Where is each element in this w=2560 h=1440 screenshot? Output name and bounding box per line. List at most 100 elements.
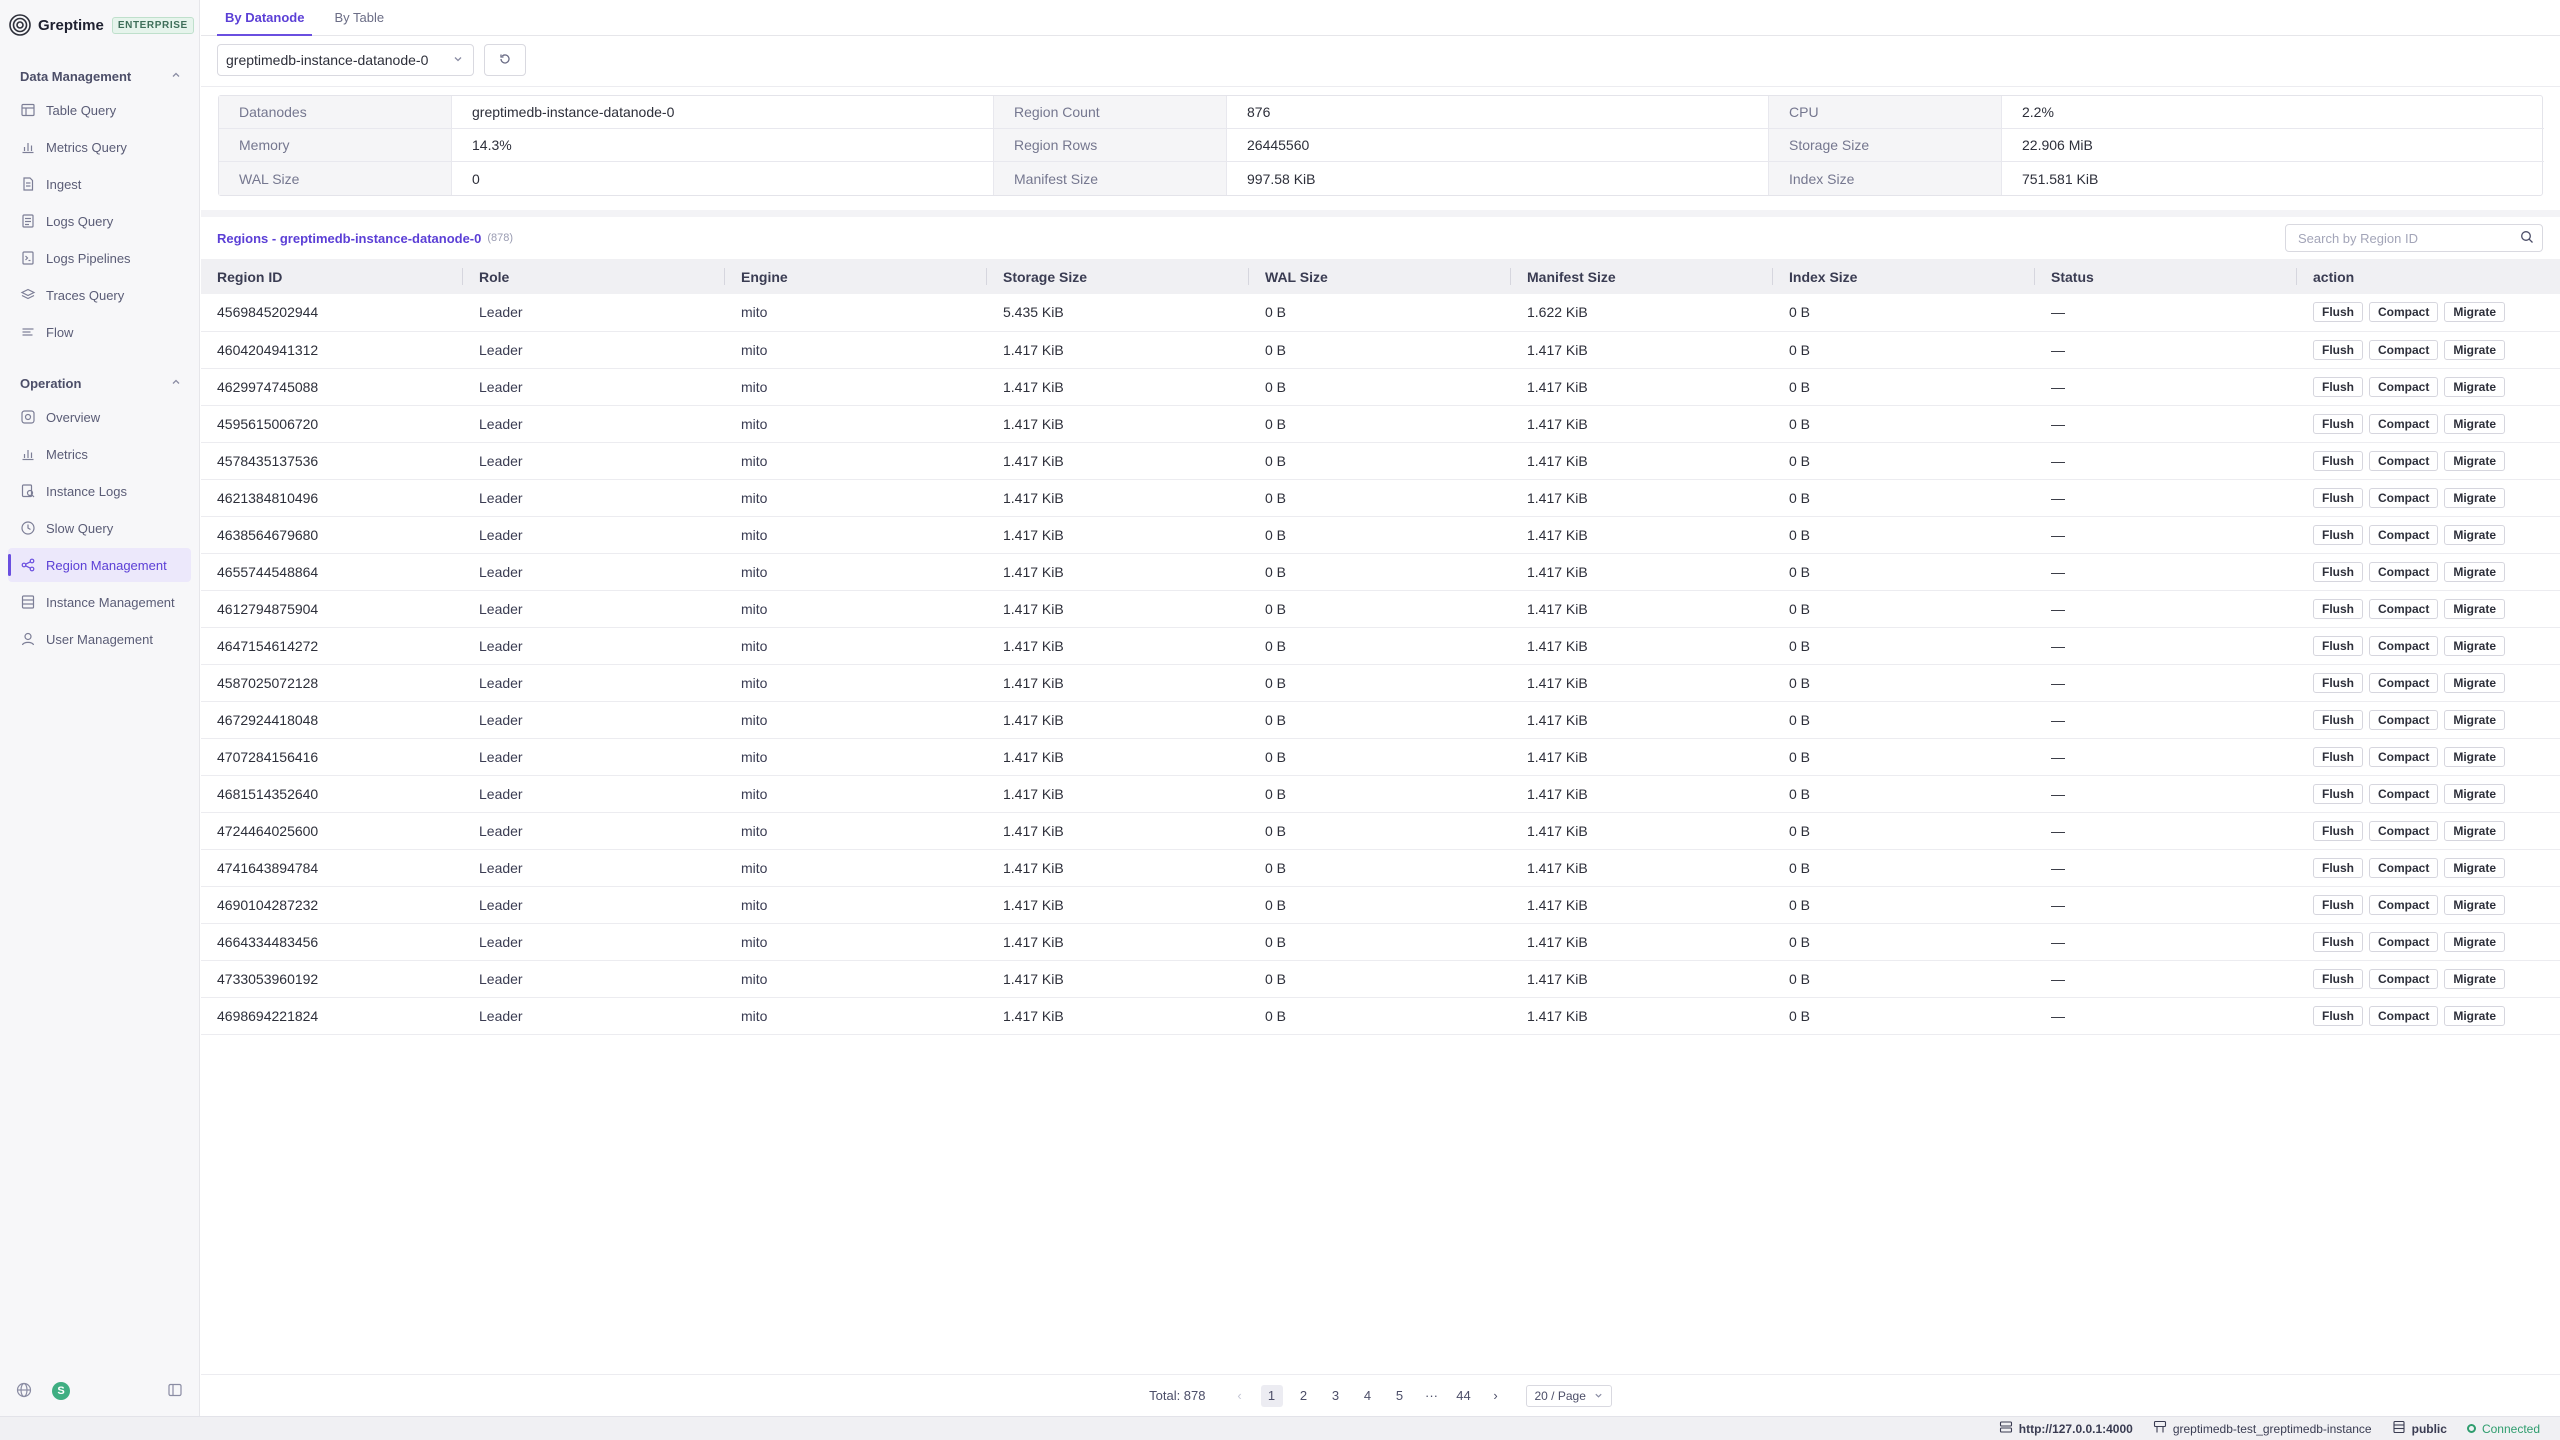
flush-button[interactable]: Flush: [2313, 968, 2363, 989]
page-link[interactable]: ···: [1416, 1388, 1448, 1403]
migrate-button[interactable]: Migrate: [2444, 598, 2506, 619]
compact-button[interactable]: Compact: [2369, 857, 2439, 878]
migrate-button[interactable]: Migrate: [2444, 931, 2506, 952]
flush-button[interactable]: Flush: [2313, 857, 2363, 878]
nav-section-header[interactable]: Data Management: [0, 62, 199, 90]
compact-button[interactable]: Compact: [2369, 931, 2439, 952]
flush-button[interactable]: Flush: [2313, 1005, 2363, 1026]
compact-button[interactable]: Compact: [2369, 968, 2439, 989]
sidebar-item-traces-query[interactable]: Traces Query: [8, 278, 191, 312]
sidebar-item-flow[interactable]: Flow: [8, 315, 191, 349]
migrate-button[interactable]: Migrate: [2444, 561, 2506, 582]
sidebar-item-table-query[interactable]: Table Query: [8, 93, 191, 127]
sidebar-item-overview[interactable]: Overview: [8, 400, 191, 434]
flush-button[interactable]: Flush: [2313, 487, 2363, 508]
database-item[interactable]: public: [2392, 1420, 2447, 1437]
migrate-button[interactable]: Migrate: [2444, 487, 2506, 508]
migrate-button[interactable]: Migrate: [2444, 1005, 2506, 1026]
sidebar-item-metrics-query[interactable]: Metrics Query: [8, 130, 191, 164]
sidebar-item-instance-logs[interactable]: Instance Logs: [8, 474, 191, 508]
migrate-button[interactable]: Migrate: [2444, 968, 2506, 989]
page-link[interactable]: 5: [1384, 1388, 1416, 1403]
collapse-sidebar-icon[interactable]: [167, 1382, 183, 1401]
compact-button[interactable]: Compact: [2369, 783, 2439, 804]
migrate-button[interactable]: Migrate: [2444, 672, 2506, 693]
flush-button[interactable]: Flush: [2313, 413, 2363, 434]
server-url-item[interactable]: http://127.0.0.1:4000: [1999, 1420, 2133, 1437]
flush-button[interactable]: Flush: [2313, 820, 2363, 841]
compact-button[interactable]: Compact: [2369, 672, 2439, 693]
compact-button[interactable]: Compact: [2369, 561, 2439, 582]
compact-button[interactable]: Compact: [2369, 524, 2439, 545]
flush-button[interactable]: Flush: [2313, 746, 2363, 767]
compact-button[interactable]: Compact: [2369, 339, 2439, 360]
compact-button[interactable]: Compact: [2369, 1005, 2439, 1026]
compact-button[interactable]: Compact: [2369, 598, 2439, 619]
prev-page-icon[interactable]: ‹: [1224, 1388, 1256, 1403]
compact-button[interactable]: Compact: [2369, 413, 2439, 434]
tab-by-datanode[interactable]: By Datanode: [217, 0, 313, 36]
migrate-button[interactable]: Migrate: [2444, 894, 2506, 915]
compact-button[interactable]: Compact: [2369, 635, 2439, 656]
globe-icon[interactable]: [16, 1382, 32, 1401]
page-size-select[interactable]: 20 / Page: [1525, 1384, 1612, 1407]
migrate-button[interactable]: Migrate: [2444, 450, 2506, 471]
nav-section-header[interactable]: Operation: [0, 369, 199, 397]
region-search[interactable]: [2285, 224, 2543, 252]
migrate-button[interactable]: Migrate: [2444, 413, 2506, 434]
compact-button[interactable]: Compact: [2369, 820, 2439, 841]
flush-button[interactable]: Flush: [2313, 709, 2363, 730]
page-link[interactable]: 44: [1448, 1388, 1480, 1403]
instance-item[interactable]: greptimedb-test_greptimedb-instance: [2153, 1420, 2372, 1437]
page-current[interactable]: 1: [1260, 1384, 1283, 1407]
flush-button[interactable]: Flush: [2313, 672, 2363, 693]
search-icon[interactable]: [2520, 230, 2534, 247]
page-link[interactable]: 2: [1288, 1388, 1320, 1403]
brand[interactable]: Greptime ENTERPRISE: [0, 0, 199, 50]
migrate-button[interactable]: Migrate: [2444, 746, 2506, 767]
compact-button[interactable]: Compact: [2369, 376, 2439, 397]
migrate-button[interactable]: Migrate: [2444, 820, 2506, 841]
region-search-input[interactable]: [2298, 230, 2520, 246]
flush-button[interactable]: Flush: [2313, 931, 2363, 952]
flush-button[interactable]: Flush: [2313, 635, 2363, 656]
compact-button[interactable]: Compact: [2369, 746, 2439, 767]
migrate-button[interactable]: Migrate: [2444, 783, 2506, 804]
compact-button[interactable]: Compact: [2369, 894, 2439, 915]
sidebar-item-region-management[interactable]: Region Management: [8, 548, 191, 582]
page-link[interactable]: 4: [1352, 1388, 1384, 1403]
flush-button[interactable]: Flush: [2313, 783, 2363, 804]
flush-button[interactable]: Flush: [2313, 894, 2363, 915]
migrate-button[interactable]: Migrate: [2444, 857, 2506, 878]
flush-button[interactable]: Flush: [2313, 524, 2363, 545]
sidebar-item-ingest[interactable]: Ingest: [8, 167, 191, 201]
sidebar-item-logs-pipelines[interactable]: Logs Pipelines: [8, 241, 191, 275]
flush-button[interactable]: Flush: [2313, 302, 2363, 323]
datanode-select[interactable]: greptimedb-instance-datanode-0: [217, 44, 474, 76]
sidebar-item-slow-query[interactable]: Slow Query: [8, 511, 191, 545]
compact-button[interactable]: Compact: [2369, 709, 2439, 730]
migrate-button[interactable]: Migrate: [2444, 376, 2506, 397]
sidebar-item-instance-management[interactable]: Instance Management: [8, 585, 191, 619]
flush-button[interactable]: Flush: [2313, 339, 2363, 360]
migrate-button[interactable]: Migrate: [2444, 302, 2506, 323]
flush-button[interactable]: Flush: [2313, 376, 2363, 397]
tab-by-table[interactable]: By Table: [326, 0, 392, 35]
sidebar-item-user-management[interactable]: User Management: [8, 622, 191, 656]
sidebar-item-metrics[interactable]: Metrics: [8, 437, 191, 471]
migrate-button[interactable]: Migrate: [2444, 709, 2506, 730]
avatar[interactable]: S: [52, 1382, 70, 1400]
compact-button[interactable]: Compact: [2369, 487, 2439, 508]
refresh-button[interactable]: [484, 44, 526, 76]
page-link[interactable]: 3: [1320, 1388, 1352, 1403]
compact-button[interactable]: Compact: [2369, 302, 2439, 323]
migrate-button[interactable]: Migrate: [2444, 339, 2506, 360]
next-page-icon[interactable]: ›: [1480, 1388, 1512, 1403]
migrate-button[interactable]: Migrate: [2444, 524, 2506, 545]
flush-button[interactable]: Flush: [2313, 561, 2363, 582]
sidebar-item-logs-query[interactable]: Logs Query: [8, 204, 191, 238]
flush-button[interactable]: Flush: [2313, 450, 2363, 471]
flush-button[interactable]: Flush: [2313, 598, 2363, 619]
compact-button[interactable]: Compact: [2369, 450, 2439, 471]
migrate-button[interactable]: Migrate: [2444, 635, 2506, 656]
